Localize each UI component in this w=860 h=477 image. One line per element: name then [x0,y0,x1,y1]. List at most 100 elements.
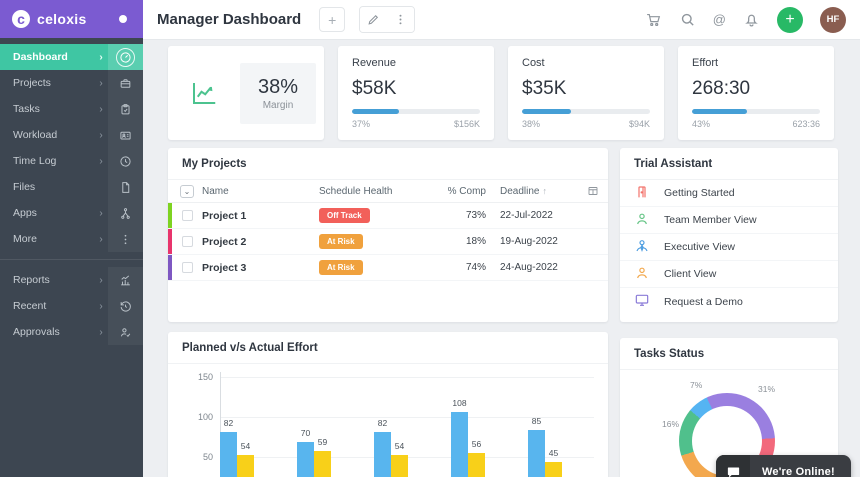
y-axis-tick: 50 [203,452,213,462]
kpi-progress-track [522,109,650,114]
sidebar-item-label: Projects [0,77,94,89]
sidebar-item-approvals[interactable]: Approvals› [0,319,143,345]
edit-dashboard-button[interactable] [360,7,387,32]
bar-planned [528,430,545,477]
workload-icon[interactable] [108,122,143,148]
deadline: 19-Aug-2022 [486,236,578,247]
project-name[interactable]: Project 3 [202,262,319,274]
mention-icon[interactable]: @ [713,12,726,27]
sidebar-item-apps[interactable]: Apps› [0,200,143,226]
topbar: Manager Dashboard + @ + HF [143,0,860,40]
trial-item-label: Client View [664,268,716,280]
row-checkbox[interactable] [182,236,193,247]
sidebar-item-label: Files [0,181,94,193]
apps-icon[interactable] [108,200,143,226]
bar-value-label: 56 [472,439,481,449]
chevron-right-icon: › [94,78,108,89]
sidebar-item-reports[interactable]: Reports› [0,267,143,293]
trial-item-request-a-demo[interactable]: Request a Demo [620,288,838,315]
projects-rows: Project 1Off Track73%22-Jul-2022Project … [168,203,608,281]
trial-item-client-view[interactable]: Client View [620,261,838,288]
sidebar-item-time-log[interactable]: Time Log› [0,148,143,174]
row-checkbox[interactable] [182,210,193,221]
projects-table-header: ⌄ Name Schedule Health % Comp Deadline↑ [168,180,608,203]
bar-planned [451,412,468,477]
sidebar-item-dashboard[interactable]: Dashboard› [0,44,143,70]
bar-planned [297,442,314,477]
sidebar-item-projects[interactable]: Projects› [0,70,143,96]
project-name[interactable]: Project 2 [202,236,319,248]
tasks-icon[interactable] [108,96,143,122]
chevron-right-icon: › [94,275,108,286]
col-percent-comp[interactable]: % Comp [434,186,486,197]
sidebar-toggle-dot[interactable] [119,15,127,23]
sidebar-item-label: Workload [0,129,94,141]
sidebar-item-tasks[interactable]: Tasks› [0,96,143,122]
kpi-card-effort: Effort268:3043%623:36 [678,46,834,140]
topbar-right: @ + HF [645,7,846,33]
row-checkbox[interactable] [182,262,193,273]
dashboard-icon[interactable] [108,44,143,70]
kpi-progress-fill [352,109,399,114]
celoxis-logo-icon: c [12,10,30,28]
col-deadline[interactable]: Deadline↑ [486,186,578,197]
timelog-icon[interactable] [108,148,143,174]
y-axis-tick: 100 [198,412,213,422]
bell-icon[interactable] [743,11,760,28]
columns-settings-icon[interactable] [578,185,608,197]
search-icon[interactable] [679,11,696,28]
trial-item-getting-started[interactable]: Getting Started [620,180,838,207]
approvals-icon[interactable] [108,319,143,345]
person-icon [634,211,650,230]
line-chart-icon [168,78,240,108]
more-icon[interactable] [108,226,143,252]
trial-item-team-member-view[interactable]: Team Member View [620,207,838,234]
sidebar-item-recent[interactable]: Recent› [0,293,143,319]
project-name[interactable]: Project 1 [202,210,319,222]
bar-value-label: 59 [318,437,327,447]
bar-value-label: 82 [224,418,233,428]
sidebar-item-workload[interactable]: Workload› [0,122,143,148]
sidebar-item-more[interactable]: More› [0,226,143,252]
trial-assistant-items: Getting Started Team Member View Executive… [620,180,838,315]
live-chat-widget[interactable]: We're Online! [716,455,851,477]
bar-value-label: 82 [378,418,387,428]
bar-value-label: 54 [241,441,250,451]
y-axis-tick: 150 [198,372,213,382]
bar-planned [220,432,237,477]
table-row[interactable]: Project 1Off Track73%22-Jul-2022 [168,203,608,229]
sidebar-item-label: Reports [0,274,94,286]
kpi-progress-fill [522,109,571,114]
dashboard-menu-button[interactable] [387,7,414,32]
chevron-right-icon: › [94,104,108,115]
col-name[interactable]: Name [202,186,319,197]
recent-icon[interactable] [108,293,143,319]
projects-icon[interactable] [108,70,143,96]
select-all-dropdown[interactable]: ⌄ [180,185,194,198]
kpi-value: $58K [352,78,480,100]
sidebar-item-files[interactable]: Files [0,174,143,200]
kpi-progress-track [692,109,820,114]
trial-item-label: Executive View [664,241,735,253]
avatar[interactable]: HF [820,7,846,33]
cart-icon[interactable] [645,11,662,28]
trial-item-label: Getting Started [664,187,735,199]
door-icon [634,184,650,203]
add-widget-button[interactable]: + [319,7,345,32]
files-icon[interactable] [108,174,143,200]
sort-asc-icon: ↑ [542,186,547,196]
sidebar-item-label: Apps [0,207,94,219]
global-add-button[interactable]: + [777,7,803,33]
trial-item-label: Request a Demo [664,296,743,308]
trial-item-executive-view[interactable]: Executive View [620,234,838,261]
margin-card: 38% Margin [168,46,324,140]
bar-value-label: 108 [452,398,466,408]
table-row[interactable]: Project 2At Risk18%19-Aug-2022 [168,229,608,255]
effort-chart-panel: Planned v/s Actual Effort 50100150825470… [168,332,608,477]
reports-icon[interactable] [108,267,143,293]
col-schedule-health[interactable]: Schedule Health [319,186,434,197]
table-row[interactable]: Project 3At Risk74%24-Aug-2022 [168,255,608,281]
kpi-title: Revenue [352,57,480,69]
my-projects-title: My Projects [168,148,608,180]
deadline: 22-Jul-2022 [486,210,578,221]
